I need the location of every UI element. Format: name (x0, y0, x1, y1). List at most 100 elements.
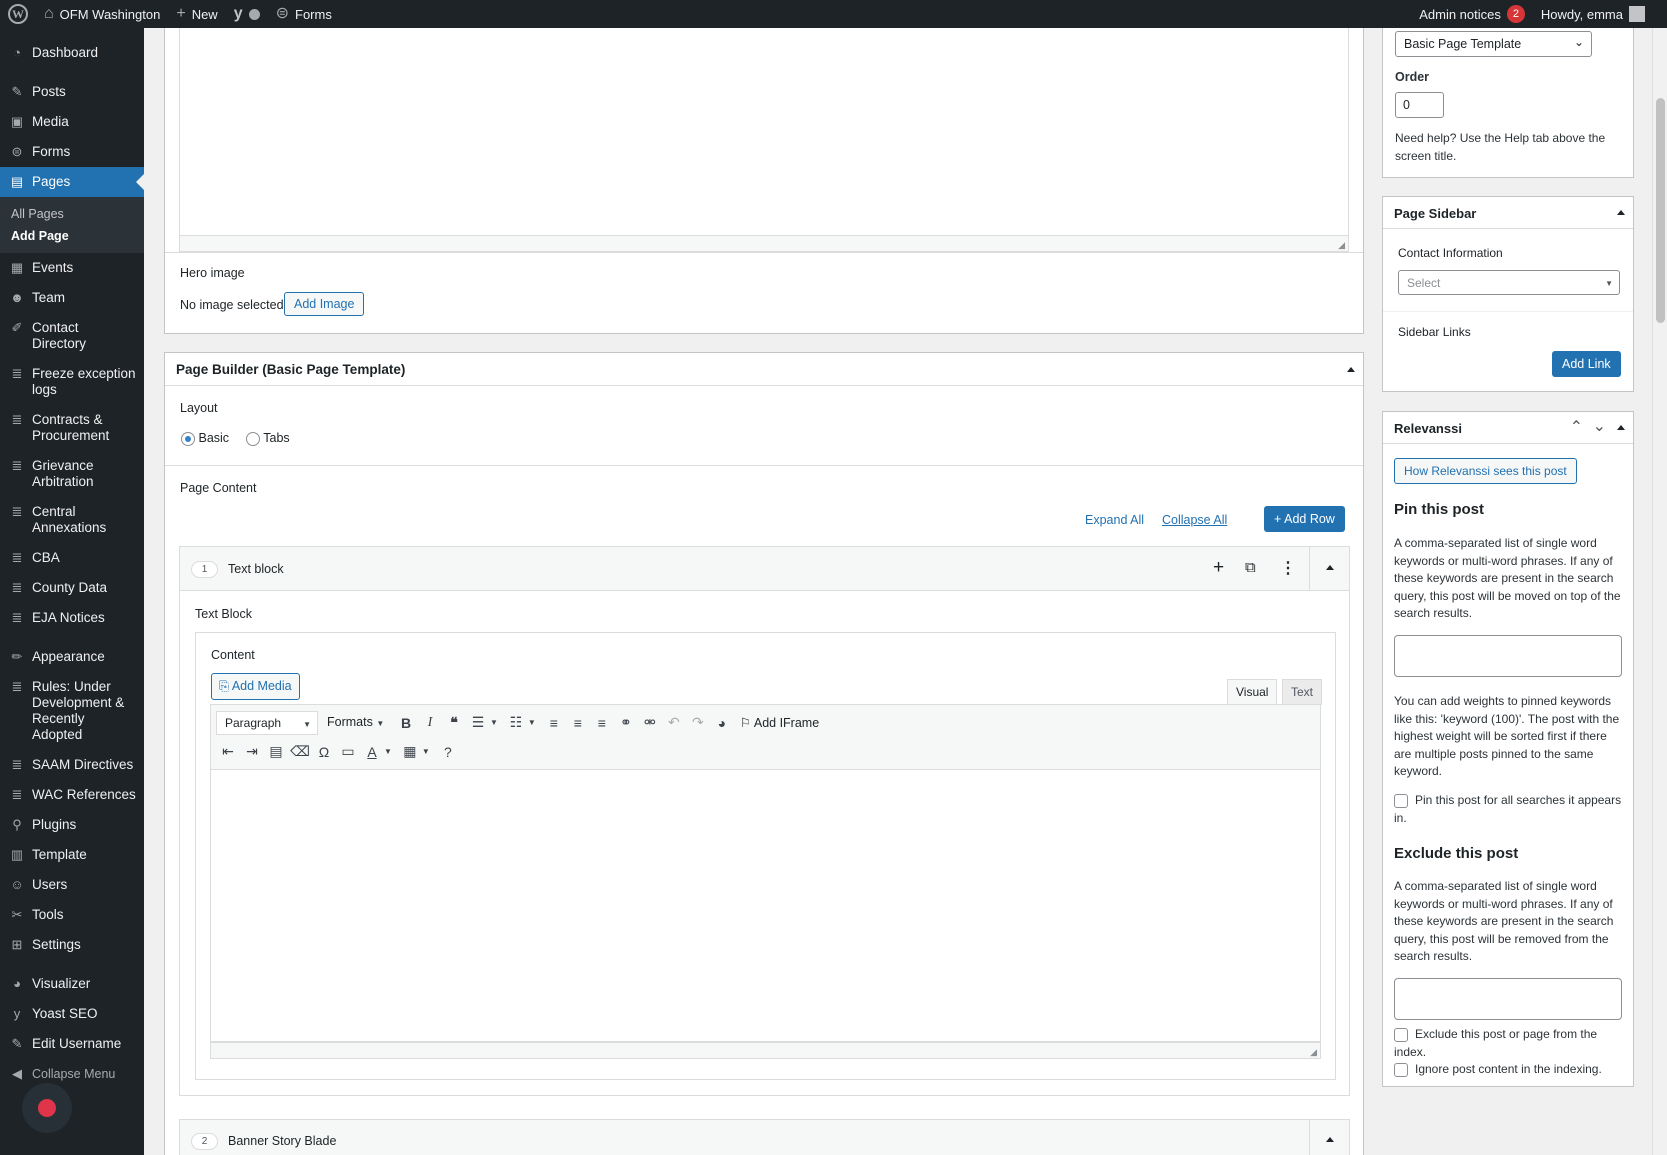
move-up-icon[interactable]: ⌃ (1570, 417, 1583, 437)
special-character-icon[interactable]: Ω (312, 744, 336, 760)
wp-logo-menu[interactable]: W (0, 0, 36, 28)
unlink-icon[interactable]: ⚮ (638, 714, 662, 731)
ignore-content-checkbox[interactable] (1394, 1063, 1408, 1077)
how-relevanssi-button[interactable]: How Relevanssi sees this post (1394, 458, 1577, 484)
page-scrollbar[interactable] (1652, 28, 1667, 1155)
duplicate-icon[interactable]: ⧉ (1245, 559, 1256, 576)
link-icon[interactable]: ⚭ (614, 714, 638, 731)
contact-select[interactable]: Select ▼ (1398, 270, 1620, 295)
menu-cba[interactable]: ≣ CBA (0, 543, 144, 573)
pin-all-checkbox[interactable] (1394, 794, 1408, 808)
add-image-button[interactable]: Add Image (284, 292, 365, 316)
ignore-content-option[interactable]: Ignore post content in the indexing. (1394, 1061, 1624, 1079)
menu-appearance[interactable]: ✏ Appearance (0, 642, 144, 672)
menu-tools[interactable]: ✂ Tools (0, 900, 144, 930)
template-select[interactable]: Basic Page Template ⌄ (1395, 31, 1592, 57)
collapse-toggle-icon[interactable] (1617, 425, 1625, 430)
yoast-menu[interactable]: y (226, 0, 268, 28)
menu-team[interactable]: ☻ Team (0, 283, 144, 313)
resize-handle-icon[interactable]: ◢ (1310, 1047, 1317, 1058)
pin-keywords-textarea[interactable] (1394, 635, 1622, 677)
menu-users[interactable]: ☺ Users (0, 870, 144, 900)
outdent-icon[interactable]: ⇤ (216, 743, 240, 760)
menu-saam[interactable]: ≣ SAAM Directives (0, 750, 144, 780)
menu-freeze-logs[interactable]: ≣ Freeze exception logs (0, 359, 144, 405)
menu-grievance[interactable]: ≣ Grievance Arbitration (0, 451, 144, 497)
formats-menu[interactable]: Formats ▼ (327, 715, 384, 729)
new-content-link[interactable]: + New (168, 0, 225, 28)
menu-pages[interactable]: ▤ Pages (0, 167, 144, 197)
tab-visual[interactable]: Visual (1227, 679, 1278, 704)
tab-text[interactable]: Text (1282, 679, 1323, 705)
add-row-icon[interactable]: + (1213, 557, 1224, 579)
menu-yoast[interactable]: y Yoast SEO (0, 999, 144, 1029)
menu-visualizer[interactable]: ◕ Visualizer (0, 969, 144, 999)
menu-central[interactable]: ≣ Central Annexations (0, 497, 144, 543)
clear-formatting-icon[interactable]: ⌫ (288, 743, 312, 760)
redo-icon[interactable]: ↷ (686, 714, 710, 731)
collapse-all-link[interactable]: Collapse All (1162, 513, 1227, 527)
record-button[interactable] (22, 1083, 72, 1133)
menu-dashboard[interactable]: ◔ Dashboard (0, 38, 144, 68)
collapse-toggle-icon[interactable] (1347, 367, 1355, 372)
expand-all-link[interactable]: Expand All (1085, 513, 1144, 527)
align-center-icon[interactable]: ≡ (566, 715, 590, 731)
admin-notices-link[interactable]: Admin notices 2 (1411, 0, 1533, 28)
menu-template[interactable]: ▥ Template (0, 840, 144, 870)
menu-forms[interactable]: ⊜ Forms (0, 137, 144, 167)
exclude-index-checkbox[interactable] (1394, 1028, 1408, 1042)
layout-radio-basic[interactable]: Basic (181, 431, 229, 446)
add-media-button[interactable]: ⎘ Add Media (211, 673, 300, 700)
menu-eja[interactable]: ≣ EJA Notices (0, 603, 144, 633)
help-icon[interactable]: ? (436, 744, 460, 760)
table-icon[interactable]: ▦ (398, 743, 422, 760)
menu-settings[interactable]: ⊞ Settings (0, 930, 144, 960)
menu-edit-username[interactable]: ✎ Edit Username (0, 1029, 144, 1059)
bold-icon[interactable]: B (394, 715, 418, 731)
content-editor-area[interactable] (210, 770, 1321, 1042)
resize-handle-icon[interactable]: ◢ (1338, 240, 1345, 251)
chart-icon[interactable]: ◕ (710, 715, 734, 731)
add-link-button[interactable]: Add Link (1552, 351, 1621, 377)
forms-link[interactable]: ⊜ Forms (268, 0, 340, 28)
bullet-list-icon[interactable]: ☰ (466, 714, 490, 731)
pin-all-option[interactable]: Pin this post for all searches it appear… (1394, 792, 1624, 827)
undo-icon[interactable]: ↶ (662, 714, 686, 731)
row-collapse-icon[interactable] (1326, 1137, 1334, 1142)
submenu-add-page[interactable]: Add Page (0, 225, 144, 247)
relevanssi-header[interactable]: Relevanssi ⌃ ⌄ (1383, 412, 1633, 444)
menu-events[interactable]: ▦ Events (0, 253, 144, 283)
row-header[interactable]: 1 Text block + ⧉ ⋮ (180, 547, 1349, 591)
radio-basic[interactable] (181, 431, 195, 446)
indent-icon[interactable]: ⇥ (240, 743, 264, 760)
menu-county[interactable]: ≣ County Data (0, 573, 144, 603)
collapse-toggle-icon[interactable] (1617, 210, 1625, 215)
numbered-list-icon[interactable]: ☷ (504, 714, 528, 731)
exclude-index-option[interactable]: Exclude this post or page from the index… (1394, 1026, 1624, 1061)
submenu-all-pages[interactable]: All Pages (0, 203, 144, 225)
paragraph-select[interactable]: Paragraph ▼ (216, 711, 318, 735)
paste-icon[interactable]: ▤ (264, 743, 288, 760)
site-name-link[interactable]: ⌂ OFM Washington (36, 0, 168, 28)
menu-posts[interactable]: ✎ Posts (0, 77, 144, 107)
order-input[interactable]: 0 (1395, 92, 1444, 118)
blockquote-icon[interactable]: ❝ (442, 714, 466, 731)
move-down-icon[interactable]: ⌄ (1593, 416, 1606, 436)
radio-tabs[interactable] (246, 431, 260, 446)
page-sidebar-header[interactable]: Page Sidebar (1383, 197, 1633, 229)
horizontal-rule-icon[interactable]: ▭ (336, 743, 360, 760)
italic-icon[interactable]: I (418, 715, 442, 731)
layout-radio-tabs[interactable]: Tabs (246, 431, 290, 446)
row-collapse-icon[interactable] (1326, 565, 1334, 570)
more-options-icon[interactable]: ⋮ (1280, 558, 1296, 578)
my-account-link[interactable]: Howdy, emma (1533, 0, 1667, 28)
align-left-icon[interactable]: ≡ (542, 715, 566, 731)
text-color-icon[interactable]: A (360, 744, 384, 760)
collapse-menu-button[interactable]: ◀ Collapse Menu (0, 1059, 144, 1089)
menu-rules[interactable]: ≣ Rules: Under Development & Recently Ado… (0, 672, 144, 750)
align-right-icon[interactable]: ≡ (590, 715, 614, 731)
exclude-keywords-textarea[interactable] (1394, 978, 1622, 1020)
add-row-button[interactable]: + Add Row (1264, 506, 1345, 532)
editor-area[interactable] (179, 28, 1349, 236)
menu-plugins[interactable]: ⚲ Plugins (0, 810, 144, 840)
